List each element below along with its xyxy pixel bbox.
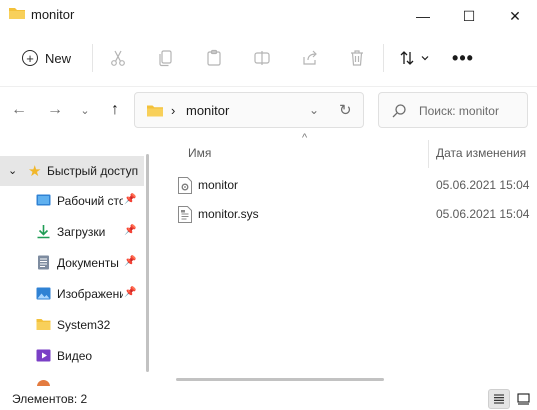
sort-button[interactable] — [398, 46, 429, 70]
paste-icon[interactable] — [202, 46, 226, 70]
file-row[interactable]: monitor 05.06.2021 15:04 — [158, 171, 537, 199]
share-icon[interactable] — [298, 46, 322, 70]
breadcrumb-chevron-icon: › — [171, 103, 176, 118]
folder-icon — [147, 105, 163, 117]
arrow-right-icon: → — [47, 101, 63, 118]
sidebar-item-label: Рабочий стол — [57, 194, 123, 208]
sidebar-item-videos[interactable]: Видео — [0, 341, 144, 371]
maximize-icon: ☐ — [462, 7, 476, 24]
sidebar-item-label: Быстрый доступ — [47, 164, 139, 178]
column-header-name[interactable]: Имя — [188, 146, 211, 160]
cut-icon[interactable] — [106, 46, 130, 70]
column-divider[interactable] — [428, 140, 429, 168]
documents-icon — [38, 255, 49, 270]
navigation-pane: ⌄ ★ Быстрый доступ Рабочий стол 📌 Загруз… — [0, 146, 150, 386]
column-header-date-modified[interactable]: Дата изменения — [436, 146, 526, 160]
search-input[interactable]: Поиск: monitor — [419, 104, 499, 118]
pin-icon: 📌 — [124, 225, 137, 236]
back-button[interactable]: ← — [8, 99, 30, 121]
details-view-button[interactable] — [488, 389, 510, 409]
plus-icon: + — [22, 50, 38, 66]
details-view-icon — [494, 394, 504, 404]
toolbar-divider — [92, 44, 93, 72]
large-icons-view-button[interactable] — [512, 389, 534, 409]
toolbar-divider — [383, 44, 384, 72]
title-bar: monitor — ☐ ✕ — [0, 0, 537, 32]
tiles-view-icon — [516, 393, 530, 405]
status-item-count: Элементов: 2 — [12, 392, 88, 406]
sort-icon — [400, 51, 414, 65]
rename-icon[interactable] — [250, 46, 274, 70]
sidebar-item-label: System32 — [57, 318, 111, 332]
minimize-button[interactable]: — — [400, 0, 446, 32]
search-icon — [392, 104, 406, 118]
file-date: 05.06.2021 15:04 — [436, 178, 530, 192]
file-name: monitor.sys — [198, 207, 259, 221]
sidebar-item-music[interactable] — [0, 372, 144, 386]
search-box[interactable]: Поиск: monitor — [378, 92, 528, 128]
settings-file-icon — [178, 177, 192, 194]
pin-icon: 📌 — [124, 256, 137, 267]
sidebar-item-label: Видео — [57, 349, 93, 363]
horizontal-scrollbar[interactable] — [176, 378, 384, 381]
videos-icon — [36, 349, 51, 362]
downloads-icon — [37, 225, 50, 239]
system-file-icon — [178, 206, 192, 223]
music-icon — [37, 380, 50, 386]
sidebar-item-documents[interactable]: Документы 📌 — [0, 248, 144, 278]
pin-icon: 📌 — [124, 287, 137, 298]
new-button-label: New — [45, 50, 72, 66]
file-row[interactable]: monitor.sys 05.06.2021 15:04 — [158, 200, 537, 228]
command-bar: + New ••• — [0, 36, 537, 80]
window-title: monitor — [31, 7, 75, 22]
pin-icon: 📌 — [124, 194, 137, 205]
more-options-button[interactable]: ••• — [450, 46, 476, 70]
refresh-icon[interactable]: ↻ — [339, 101, 352, 119]
chevron-down-icon: ⌄ — [80, 104, 90, 117]
delete-icon[interactable] — [345, 46, 369, 70]
file-name: monitor — [198, 178, 239, 192]
file-date: 05.06.2021 15:04 — [436, 207, 530, 221]
sidebar-item-label: Загрузки — [57, 225, 106, 239]
pictures-icon — [36, 287, 51, 300]
sidebar-item-label: Изображения — [57, 287, 123, 301]
maximize-button[interactable]: ☐ — [446, 0, 492, 32]
close-icon: ✕ — [509, 7, 521, 24]
breadcrumb-item[interactable]: monitor — [186, 103, 229, 118]
arrow-up-icon: ↑ — [111, 101, 119, 118]
folder-icon — [36, 319, 51, 330]
sidebar-item-pictures[interactable]: Изображения 📌 — [0, 279, 144, 309]
sidebar-item-quick-access[interactable]: ⌄ ★ Быстрый доступ — [0, 156, 144, 186]
minimize-icon: — — [416, 8, 430, 24]
address-dropdown-icon[interactable]: ⌄ — [309, 103, 319, 117]
copy-icon[interactable] — [154, 46, 178, 70]
sidebar-item-desktop[interactable]: Рабочий стол 📌 — [0, 186, 144, 216]
arrow-left-icon: ← — [11, 101, 27, 118]
forward-button[interactable]: → — [44, 99, 66, 121]
sort-ascending-icon: ^ — [302, 132, 308, 144]
chevron-down-icon — [421, 56, 429, 61]
chevron-down-icon[interactable]: ⌄ — [8, 164, 17, 177]
recent-locations-button[interactable]: ⌄ — [74, 99, 96, 121]
folder-icon — [9, 8, 25, 19]
toolbar-separator — [0, 86, 537, 87]
address-bar[interactable]: › monitor ⌄ ↻ — [134, 92, 364, 128]
sidebar-item-system32[interactable]: System32 — [0, 310, 144, 340]
desktop-icon — [36, 194, 51, 206]
file-explorer-window: monitor — ☐ ✕ + New ••• ← → ⌄ ↑ › monito… — [0, 0, 537, 410]
up-button[interactable]: ↑ — [104, 99, 126, 121]
sidebar-item-label: Документы — [57, 256, 119, 270]
close-button[interactable]: ✕ — [492, 0, 537, 32]
sidebar-item-downloads[interactable]: Загрузки 📌 — [0, 217, 144, 247]
star-icon: ★ — [28, 163, 42, 180]
file-list: ^ Имя Дата изменения monitor 05.06.2021 … — [158, 130, 537, 386]
sidebar-scrollbar[interactable] — [146, 154, 149, 372]
new-button[interactable]: + New — [16, 44, 77, 72]
more-icon: ••• — [452, 47, 474, 68]
